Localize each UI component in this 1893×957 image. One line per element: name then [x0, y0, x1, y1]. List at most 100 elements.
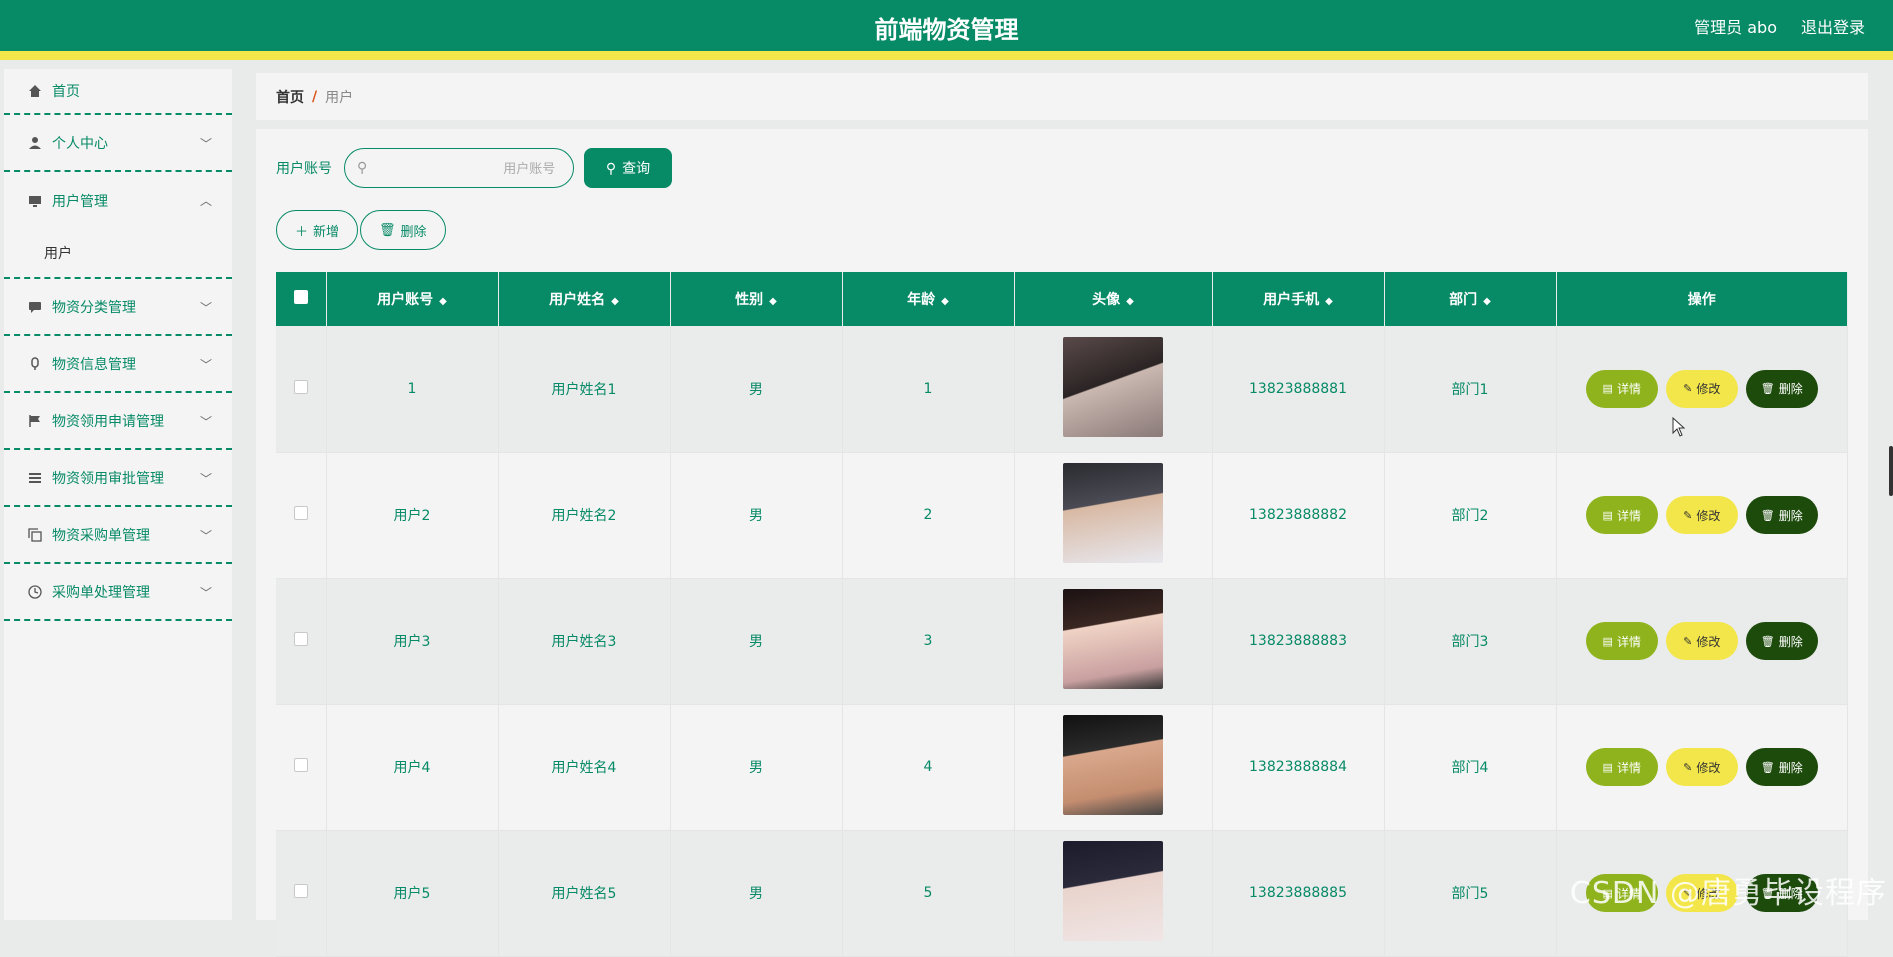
search-row: 用户账号 ⚲ ⚲ 查询 — [276, 148, 672, 188]
cell-gender: 男 — [670, 578, 842, 704]
sidebar-item-material-info[interactable]: 物资信息管理 ﹀ — [4, 336, 232, 393]
sidebar-item-purchase-order[interactable]: 物资采购单管理 ﹀ — [4, 507, 232, 564]
breadcrumb-home[interactable]: 首页 — [276, 87, 304, 107]
cell-department: 部门1 — [1384, 326, 1556, 452]
clock-icon — [26, 583, 44, 601]
top-header: 前端物资管理 管理员 abo 退出登录 — [0, 0, 1893, 60]
edit-button[interactable]: ✎修改 — [1666, 496, 1738, 534]
cell-age: 1 — [842, 326, 1014, 452]
search-input[interactable] — [375, 161, 555, 176]
sort-icon[interactable]: ◆ — [769, 296, 777, 307]
add-button[interactable]: ＋ 新增 — [276, 210, 358, 250]
column-header-avatar[interactable]: 头像◆ — [1014, 272, 1212, 326]
sidebar-item-personal-center[interactable]: 个人中心 ﹀ — [4, 115, 232, 172]
chevron-down-icon: ﹀ — [200, 584, 212, 601]
delete-button[interactable]: 🗑删除 — [1746, 370, 1818, 408]
column-header-gender[interactable]: 性别◆ — [670, 272, 842, 326]
pencil-icon: ✎ — [1683, 761, 1692, 774]
detail-button[interactable]: ▤详情 — [1586, 370, 1658, 408]
document-icon: ▤ — [1603, 509, 1613, 522]
sort-icon[interactable]: ◆ — [611, 296, 619, 307]
sort-icon[interactable]: ◆ — [1126, 296, 1134, 307]
search-icon: ⚲ — [357, 160, 367, 176]
sidebar-item-home[interactable]: 首页 — [4, 69, 232, 115]
sidebar-item-requisition-apply[interactable]: 物资领用申请管理 ﹀ — [4, 393, 232, 450]
cell-gender: 男 — [670, 830, 842, 956]
cell-age: 2 — [842, 452, 1014, 578]
sidebar-item-label: 个人中心 — [52, 133, 108, 153]
cell-department: 部门5 — [1384, 830, 1556, 956]
user-icon — [26, 134, 44, 152]
pencil-icon: ✎ — [1683, 635, 1692, 648]
home-icon — [26, 82, 44, 100]
edit-button[interactable]: ✎修改 — [1666, 748, 1738, 786]
sort-icon[interactable]: ◆ — [1483, 296, 1491, 307]
detail-button[interactable]: ▤详情 — [1586, 496, 1658, 534]
document-icon: ▤ — [1603, 382, 1613, 395]
column-header-department[interactable]: 部门◆ — [1384, 272, 1556, 326]
query-button[interactable]: ⚲ 查询 — [584, 148, 672, 188]
cell-name: 用户姓名1 — [498, 326, 670, 452]
chevron-down-icon: ﹀ — [200, 356, 212, 373]
sidebar-item-label: 采购单处理管理 — [52, 582, 150, 602]
sidebar-item-label: 首页 — [52, 81, 80, 101]
action-row: ＋ 新增 🗑 删除 — [276, 210, 448, 250]
cell-department: 部门2 — [1384, 452, 1556, 578]
column-header-phone[interactable]: 用户手机◆ — [1212, 272, 1384, 326]
sort-icon[interactable]: ◆ — [1325, 296, 1333, 307]
avatar[interactable] — [1063, 463, 1163, 563]
query-button-label: 查询 — [622, 158, 650, 178]
row-checkbox[interactable] — [294, 884, 308, 898]
sidebar-item-purchase-processing[interactable]: 采购单处理管理 ﹀ — [4, 564, 232, 621]
delete-button[interactable]: 🗑删除 — [1746, 622, 1818, 660]
detail-button[interactable]: ▤详情 — [1586, 622, 1658, 660]
column-header-age[interactable]: 年龄◆ — [842, 272, 1014, 326]
column-header-name[interactable]: 用户姓名◆ — [498, 272, 670, 326]
avatar[interactable] — [1063, 337, 1163, 437]
cell-phone: 13823888884 — [1212, 704, 1384, 830]
chevron-down-icon: ﹀ — [200, 527, 212, 544]
current-user: 管理员 abo — [1694, 14, 1777, 38]
avatar[interactable] — [1063, 589, 1163, 689]
sidebar-item-category-management[interactable]: 物资分类管理 ﹀ — [4, 279, 232, 336]
column-header-account[interactable]: 用户账号◆ — [326, 272, 498, 326]
sort-icon[interactable]: ◆ — [439, 296, 447, 307]
cell-phone: 13823888881 — [1212, 326, 1384, 452]
scrollbar[interactable] — [1889, 446, 1893, 496]
row-checkbox[interactable] — [294, 380, 308, 394]
batch-delete-button[interactable]: 🗑 删除 — [360, 210, 446, 250]
sidebar-item-label: 物资信息管理 — [52, 354, 136, 374]
chat-icon — [26, 298, 44, 316]
breadcrumb-separator: / — [312, 89, 317, 105]
main-panel: 用户账号 ⚲ ⚲ 查询 ＋ 新增 🗑 删除 用户账号◆ 用户姓名◆ 性别◆ 年龄… — [256, 129, 1868, 920]
column-header-actions: 操作 — [1556, 272, 1848, 326]
watermark: CSDN @唐勇毕设程序 — [1570, 868, 1887, 912]
document-icon: ▤ — [1603, 761, 1613, 774]
cell-account: 用户5 — [326, 830, 498, 956]
search-box: ⚲ — [344, 148, 574, 188]
copy-icon — [26, 526, 44, 544]
detail-button[interactable]: ▤详情 — [1586, 748, 1658, 786]
select-all-checkbox[interactable] — [294, 290, 308, 304]
row-checkbox[interactable] — [294, 632, 308, 646]
app-title: 前端物资管理 — [0, 10, 1893, 45]
list-icon — [26, 469, 44, 487]
row-checkbox[interactable] — [294, 506, 308, 520]
avatar[interactable] — [1063, 841, 1163, 941]
cell-phone: 13823888882 — [1212, 452, 1384, 578]
microphone-icon — [26, 355, 44, 373]
sidebar-item-user-management[interactable]: 用户管理 ︿ — [4, 172, 232, 229]
delete-button[interactable]: 🗑删除 — [1746, 496, 1818, 534]
sidebar-item-requisition-approval[interactable]: 物资领用审批管理 ﹀ — [4, 450, 232, 507]
delete-button[interactable]: 🗑删除 — [1746, 748, 1818, 786]
pencil-icon: ✎ — [1683, 509, 1692, 522]
avatar[interactable] — [1063, 715, 1163, 815]
logout-link[interactable]: 退出登录 — [1801, 14, 1865, 38]
edit-button[interactable]: ✎修改 — [1666, 622, 1738, 660]
cell-gender: 男 — [670, 704, 842, 830]
edit-button[interactable]: ✎修改 — [1666, 370, 1738, 408]
sidebar-subitem-users[interactable]: 用户 — [4, 229, 232, 279]
sort-icon[interactable]: ◆ — [941, 296, 949, 307]
row-checkbox[interactable] — [294, 758, 308, 772]
cell-account: 用户3 — [326, 578, 498, 704]
